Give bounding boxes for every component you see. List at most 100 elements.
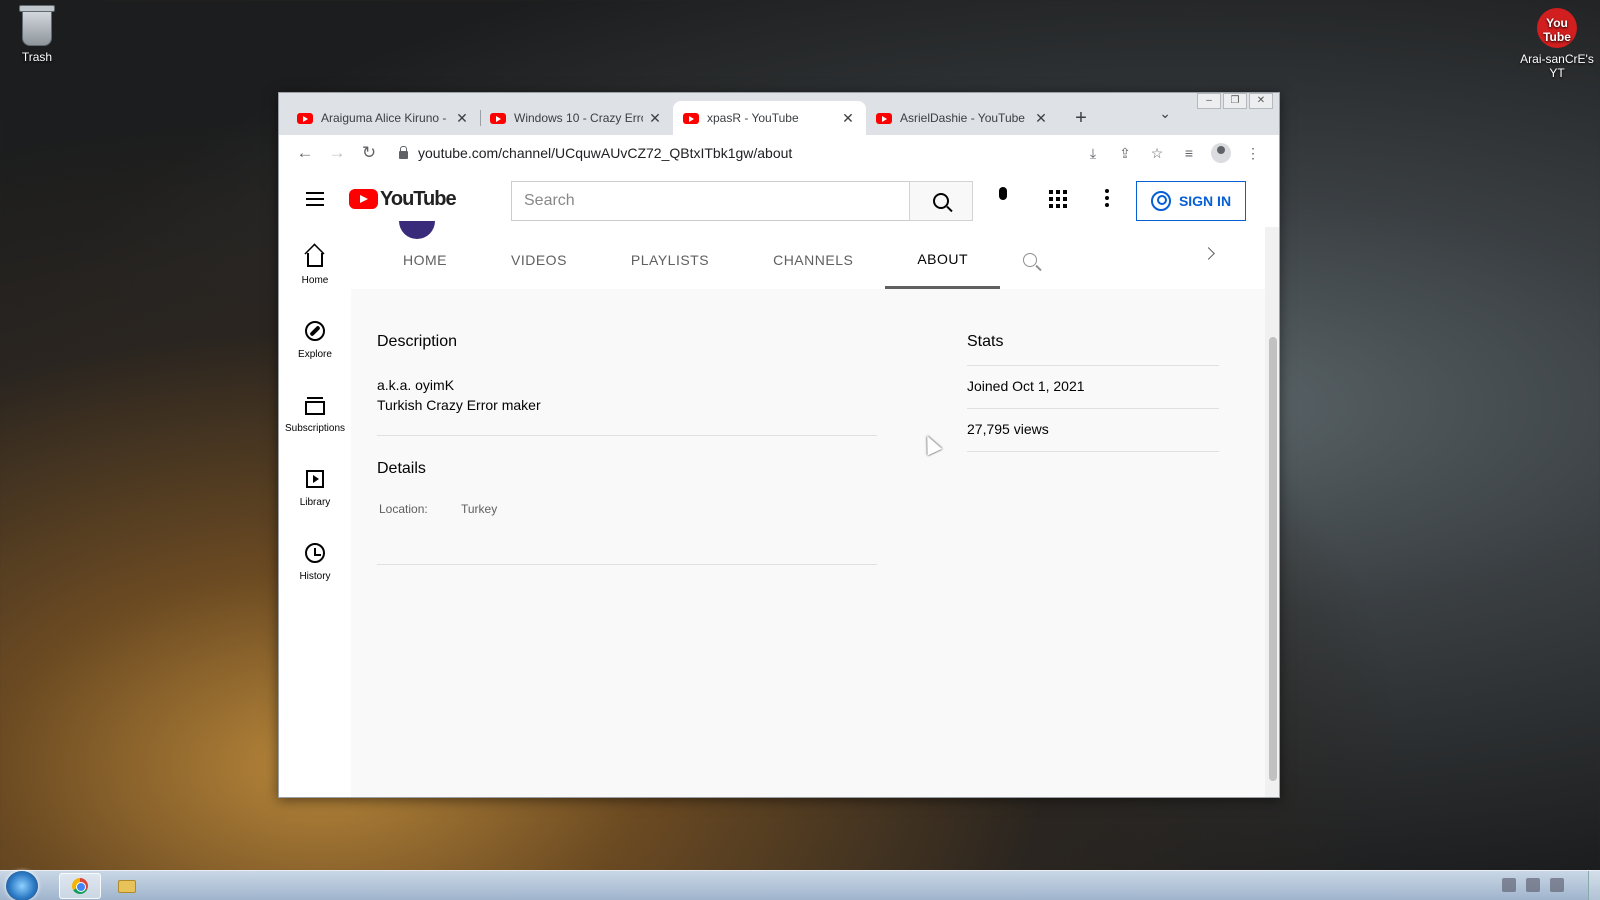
minimize-button[interactable]: – — [1197, 93, 1221, 109]
youtube-play-logo-icon — [349, 189, 378, 209]
share-icon[interactable]: ⇪ — [1109, 145, 1141, 162]
address-bar[interactable]: youtube.com/channel/UCquwAUvCZ72_QBtxITb… — [391, 139, 1071, 167]
media-control-icon[interactable]: ≡ — [1173, 145, 1205, 161]
start-button[interactable] — [6, 871, 38, 900]
description-line: Turkish Crazy Error maker — [377, 397, 541, 413]
close-window-button[interactable]: ✕ — [1249, 93, 1273, 109]
location-value: Turkey — [461, 502, 498, 516]
install-app-icon[interactable]: ⤓ — [1077, 145, 1109, 162]
trash-desktop-icon[interactable]: Trash — [0, 5, 77, 64]
youtube-favicon-icon — [876, 112, 892, 124]
tab-title: AsrielDashie - YouTube — [900, 111, 1025, 125]
settings-kebab-icon[interactable] — [1105, 189, 1109, 207]
network-icon[interactable] — [1526, 878, 1540, 892]
channel-search-button[interactable] — [1000, 231, 1060, 289]
browser-tab-1[interactable]: Windows 10 - Crazy Erro ✕ — [480, 101, 673, 135]
tab-strip: Araiguma Alice Kiruno - ✕ Windows 10 - C… — [279, 93, 1279, 135]
search-input[interactable]: Search — [511, 181, 909, 221]
divider — [377, 564, 877, 565]
tab-channels[interactable]: CHANNELS — [741, 231, 885, 289]
taskbar-chrome-button[interactable] — [59, 873, 101, 899]
location-label: Location: — [379, 502, 428, 516]
browser-tab-2[interactable]: xpasR - YouTube ✕ — [673, 101, 866, 135]
apps-grid-icon[interactable] — [1049, 190, 1067, 208]
bookmark-star-icon[interactable]: ☆ — [1141, 145, 1173, 162]
youtube-shortcut-desktop-icon[interactable]: You Tube Arai-sanCrE's YT — [1516, 8, 1598, 80]
location-row: Location: Turkey — [377, 502, 877, 516]
tab-title: xpasR - YouTube — [707, 111, 799, 125]
profile-avatar-icon[interactable] — [1211, 143, 1231, 163]
show-desktop-button[interactable] — [1588, 871, 1600, 900]
stats-heading: Stats — [967, 333, 1004, 350]
youtube-header: YouTube Search SIGN IN — [279, 171, 1279, 227]
tab-playlists[interactable]: PLAYLISTS — [599, 231, 741, 289]
youtube-favicon-icon — [297, 112, 313, 124]
tab-videos[interactable]: VIDEOS — [479, 231, 599, 289]
browser-menu-icon[interactable]: ⋮ — [1237, 145, 1269, 162]
search-icon — [1023, 253, 1038, 267]
forward-arrow-icon[interactable]: → — [321, 143, 353, 163]
voice-search-button[interactable] — [989, 187, 1017, 215]
tab-about[interactable]: ABOUT — [885, 231, 1001, 289]
reload-icon[interactable]: ↻ — [353, 143, 385, 163]
youtube-shortcut-label: Arai-sanCrE's YT — [1520, 52, 1594, 80]
joined-date: Joined Oct 1, 2021 — [967, 365, 1219, 408]
guide-item-explore[interactable]: Explore — [279, 301, 351, 375]
search-button[interactable] — [909, 181, 973, 221]
guide-item-subscriptions[interactable]: Subscriptions — [279, 375, 351, 449]
channel-tabs-header: HOME VIDEOS PLAYLISTS CHANNELS ABOUT — [351, 221, 1265, 289]
guide-item-home[interactable]: Home — [279, 227, 351, 301]
details-heading: Details — [377, 460, 426, 477]
system-tray — [1502, 878, 1564, 892]
library-icon — [306, 470, 324, 488]
trash-label: Trash — [21, 50, 53, 64]
youtube-logo-text: YouTube — [380, 187, 457, 210]
volume-icon[interactable] — [1550, 878, 1564, 892]
history-icon — [305, 543, 325, 563]
scrollbar-track[interactable] — [1265, 227, 1279, 797]
youtube-favicon-icon — [683, 112, 699, 124]
taskbar — [0, 870, 1600, 900]
youtube-favicon-icon — [490, 112, 506, 124]
sign-in-button[interactable]: SIGN IN — [1136, 181, 1246, 221]
tab-close-icon[interactable]: ✕ — [454, 110, 470, 127]
lock-icon — [399, 146, 408, 159]
divider — [377, 435, 877, 436]
new-tab-button[interactable]: + — [1067, 101, 1095, 135]
account-circle-icon — [1150, 191, 1171, 211]
action-center-icon[interactable] — [1502, 878, 1516, 892]
tab-search-icon[interactable]: ⌄ — [1159, 105, 1171, 122]
tab-close-icon[interactable]: ✕ — [647, 110, 663, 127]
tab-close-icon[interactable]: ✕ — [1033, 110, 1049, 127]
browser-tab-3[interactable]: AsrielDashie - YouTube ✕ — [866, 101, 1059, 135]
url-text: youtube.com/channel/UCquwAUvCZ72_QBtxITb… — [418, 145, 793, 161]
back-arrow-icon[interactable]: ← — [289, 143, 321, 163]
view-count: 27,795 views — [967, 408, 1219, 452]
guide-item-label: History — [299, 571, 331, 582]
guide-sidebar: Home Explore Subscriptions Library Histo… — [279, 227, 351, 797]
channel-tabs: HOME VIDEOS PLAYLISTS CHANNELS ABOUT — [371, 231, 1060, 289]
taskbar-explorer-button[interactable] — [106, 873, 148, 899]
description-line: a.k.a. oyimK — [377, 377, 455, 393]
youtube-page: YouTube Search SIGN IN Home Explore Subs… — [279, 171, 1279, 797]
scrollbar-thumb[interactable] — [1269, 337, 1277, 781]
search-icon — [933, 193, 949, 209]
guide-item-label: Home — [301, 275, 329, 286]
youtube-logo[interactable]: YouTube — [349, 187, 457, 211]
guide-item-history[interactable]: History — [279, 523, 351, 597]
chevron-right-icon[interactable] — [1202, 247, 1215, 260]
maximize-button[interactable]: ❐ — [1223, 93, 1247, 109]
browser-toolbar: ← → ↻ youtube.com/channel/UCquwAUvCZ72_Q… — [279, 135, 1279, 171]
guide-item-library[interactable]: Library — [279, 449, 351, 523]
description-heading: Description — [377, 333, 458, 350]
guide-item-label: Library — [299, 497, 331, 508]
trash-icon — [19, 5, 55, 46]
browser-tab-0[interactable]: Araiguma Alice Kiruno - ✕ — [287, 101, 480, 135]
hamburger-menu-icon[interactable] — [295, 179, 335, 219]
tab-title: Windows 10 - Crazy Erro — [514, 111, 643, 125]
guide-item-label: Subscriptions — [284, 423, 346, 434]
tab-home[interactable]: HOME — [371, 231, 479, 289]
channel-content: HOME VIDEOS PLAYLISTS CHANNELS ABOUT Des… — [351, 221, 1265, 797]
sign-in-label: SIGN IN — [1178, 193, 1232, 209]
tab-close-icon[interactable]: ✕ — [840, 110, 856, 127]
